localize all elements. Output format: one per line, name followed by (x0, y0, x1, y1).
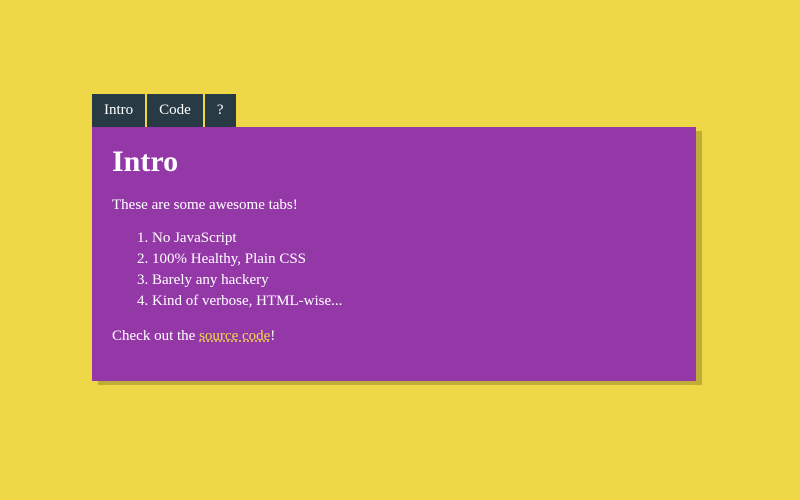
closing-before: Check out the (112, 328, 199, 344)
source-code-link[interactable]: source code (199, 328, 270, 344)
list-item: Kind of verbose, HTML-wise... (152, 291, 676, 312)
tab-bar: Intro Code ? (92, 94, 800, 127)
tab-intro[interactable]: Intro (92, 94, 145, 127)
closing-after: ! (270, 328, 275, 344)
closing-line: Check out the source code! (112, 328, 676, 345)
features-list: No JavaScript 100% Healthy, Plain CSS Ba… (152, 228, 676, 312)
tab-code[interactable]: Code (147, 94, 203, 127)
tab-panel-intro: Intro These are some awesome tabs! No Ja… (92, 127, 696, 381)
list-item: 100% Healthy, Plain CSS (152, 249, 676, 270)
panel-intro-text: These are some awesome tabs! (112, 197, 676, 214)
list-item: No JavaScript (152, 228, 676, 249)
list-item: Barely any hackery (152, 270, 676, 291)
panel-heading: Intro (112, 145, 676, 179)
tab-help[interactable]: ? (205, 94, 236, 127)
